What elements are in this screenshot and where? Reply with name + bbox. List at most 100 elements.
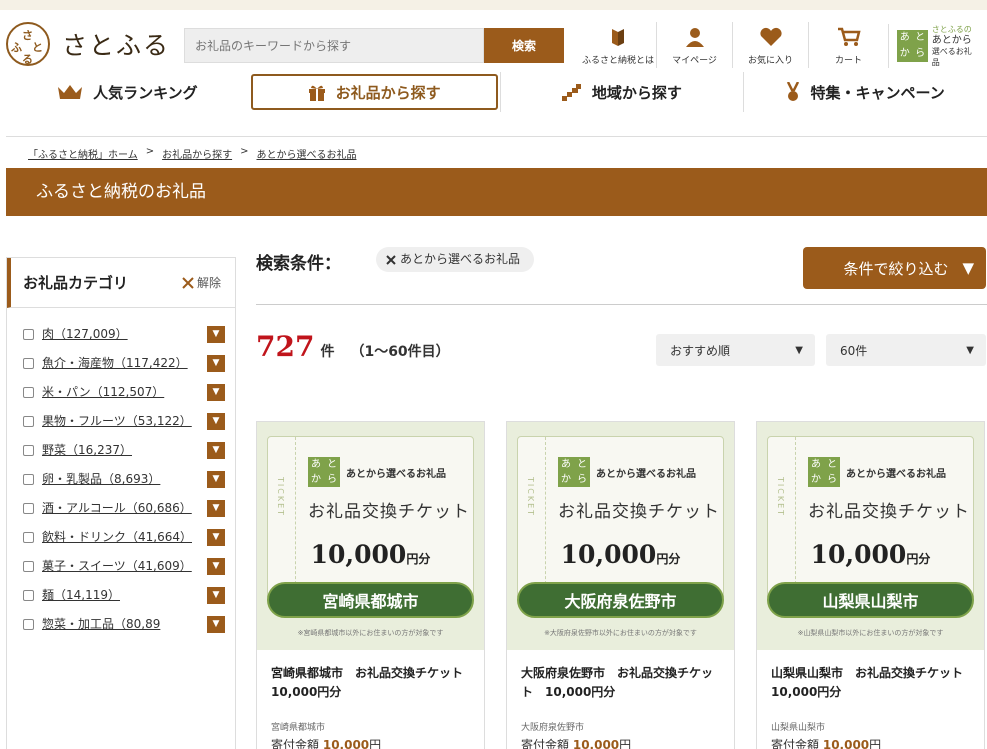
category-item: 麺（14,119） ▼ [23,587,225,604]
search-input[interactable] [184,28,484,63]
logo-mark: さ ふ と る [6,22,50,66]
product-title[interactable]: 宮崎県都城市 お礼品交換チケット 10,000円分 [257,650,484,714]
badge-char: ら [327,474,337,485]
chevron-down-icon[interactable]: ▼ [207,442,225,459]
ticket-amount: 10,000円分 [507,540,734,569]
ticket-amount: 10,000円分 [757,540,984,569]
category-header: お礼品カテゴリ 解除 [7,258,235,308]
close-icon[interactable] [386,255,396,265]
per-page-select[interactable]: 60件 ▼ [826,334,986,366]
ticket-side-text: TICKET [526,477,535,518]
chevron-down-icon[interactable]: ▼ [207,500,225,517]
breadcrumb-current[interactable]: あとから選べるお礼品 [256,146,356,161]
product-card[interactable]: TICKET あとから あとから選べるお礼品 お礼品交換チケット 10,000円… [756,421,985,749]
nav-features[interactable]: 特集・キャンペーン [743,72,987,112]
category-checkbox[interactable] [23,358,34,369]
ticket-stub: TICKET [518,437,546,599]
product-image[interactable]: TICKET あとから あとから選べるお礼品 お礼品交換チケット 10,000円… [507,422,734,650]
atokara-char: ら [915,48,926,59]
ticket-stub: TICKET [768,437,796,599]
about-link[interactable]: ふるさと納税とは [580,22,656,68]
category-checkbox[interactable] [23,474,34,485]
result-count-number: 727 [256,330,315,363]
favorites-link[interactable]: お気に入り [732,22,808,68]
category-label[interactable]: 卵・乳製品（8,693） [42,471,207,488]
breadcrumb-gifts[interactable]: お礼品から探す [162,146,232,161]
badge-char: か [311,474,321,485]
product-price: 寄付金額 10,000円 [257,733,484,749]
ticket-amount-unit: 円分 [656,552,681,566]
product-image[interactable]: TICKET あとから あとから選べるお礼品 お礼品交換チケット 10,000円… [257,422,484,650]
product-title[interactable]: 大阪府泉佐野市 お礼品交換チケット 10,000円分 [507,650,734,714]
nav-gifts[interactable]: お礼品から探す [250,74,498,110]
nav-features-label: 特集・キャンペーン [810,83,945,102]
nav-ranking[interactable]: 人気ランキング [6,72,249,112]
divider [6,136,987,137]
price-value: 10,000 [322,738,370,749]
nav-region[interactable]: 地域から探す [499,72,744,112]
ticket-graphic: TICKET あとから あとから選べるお礼品 お礼品交換チケット [767,436,974,600]
price-label: 寄付金額 [271,738,320,749]
nav-gifts-label: お礼品から探す [335,83,441,102]
category-label[interactable]: 飲料・ドリンク（41,664） [42,529,207,546]
chevron-down-icon[interactable]: ▼ [207,471,225,488]
category-checkbox[interactable] [23,590,34,601]
chevron-down-icon[interactable]: ▼ [207,413,225,430]
category-label[interactable]: 惣菜・加工品（80,89 [42,616,207,633]
category-label[interactable]: 菓子・スイーツ（41,609） [42,558,207,575]
category-label[interactable]: 魚介・海産物（117,422） [42,355,207,372]
category-label[interactable]: 麺（14,119） [42,587,207,604]
chevron-down-icon[interactable]: ▼ [207,558,225,575]
cart-link[interactable]: カート [808,22,888,68]
chevron-down-icon[interactable]: ▼ [207,384,225,401]
breadcrumb-home[interactable]: 「ふるさと納税」ホーム [28,146,138,161]
product-title[interactable]: 山梨県山梨市 お礼品交換チケット 10,000円分 [757,650,984,714]
category-checkbox[interactable] [23,387,34,398]
category-checkbox[interactable] [23,561,34,572]
category-item: 飲料・ドリンク（41,664） ▼ [23,529,225,546]
category-checkbox[interactable] [23,416,34,427]
chevron-down-icon[interactable]: ▼ [207,616,225,633]
filter-button[interactable]: 条件で絞り込む ▼ [803,247,986,289]
atokara-banner-link[interactable]: あ と か ら さとふるの あとから 選べるお礼品 [888,24,978,68]
category-label[interactable]: 野菜（16,237） [42,442,207,459]
chevron-down-icon[interactable]: ▼ [207,326,225,343]
product-image[interactable]: TICKET あとから あとから選べるお礼品 お礼品交換チケット 10,000円… [757,422,984,650]
category-checkbox[interactable] [23,329,34,340]
site-logo[interactable]: さ ふ と る さとふる [6,22,170,66]
product-card[interactable]: TICKET あとから あとから選べるお礼品 お礼品交換チケット 10,000円… [256,421,485,749]
chevron-down-icon[interactable]: ▼ [207,355,225,372]
ticket-amount-value: 10,000 [810,540,907,569]
product-card[interactable]: TICKET あとから あとから選べるお礼品 お礼品交換チケット 10,000円… [506,421,735,749]
category-clear-button[interactable]: 解除 [182,274,221,291]
search-button[interactable]: 検索 [484,28,564,63]
chevron-down-icon[interactable]: ▼ [207,529,225,546]
category-item: 菓子・スイーツ（41,609） ▼ [23,558,225,575]
mypage-link[interactable]: マイページ [656,22,732,68]
ticket-badge-text: あとから選べるお礼品 [346,468,446,480]
ticket-city: 大阪府泉佐野市 [517,582,724,618]
category-checkbox[interactable] [23,445,34,456]
ticket-side-text: TICKET [276,477,285,518]
user-icon [685,28,704,47]
category-label[interactable]: 果物・フルーツ（53,122） [42,413,207,430]
ticket-amount: 10,000円分 [257,540,484,569]
category-label[interactable]: 米・パン（112,507） [42,384,207,401]
badge-char: あ [311,459,321,470]
ticket-amount-value: 10,000 [310,540,407,569]
gift-icon [308,85,325,101]
ticket-note: ※大阪府泉佐野市以外にお住まいの方が対象です [544,629,697,637]
category-label[interactable]: 酒・アルコール（60,686） [42,500,207,517]
page-title: ふるさと納税のお礼品 [6,168,987,216]
category-checkbox[interactable] [23,619,34,630]
atokara-char: か [899,48,910,59]
ticket-graphic: TICKET あとから あとから選べるお礼品 お礼品交換チケット [517,436,724,600]
favorites-link-label: お気に入り [747,56,793,66]
chevron-down-icon[interactable]: ▼ [207,587,225,604]
category-label[interactable]: 肉（127,009） [42,326,207,343]
category-checkbox[interactable] [23,503,34,514]
category-checkbox[interactable] [23,532,34,543]
condition-chip[interactable]: あとから選べるお礼品 [376,247,535,272]
sort-select[interactable]: おすすめ順 ▼ [656,334,815,366]
category-item: 卵・乳製品（8,693） ▼ [23,471,225,488]
